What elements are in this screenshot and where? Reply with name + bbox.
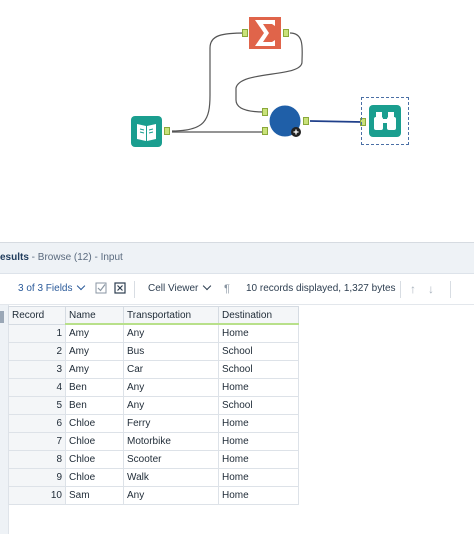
toolbar-divider (450, 281, 451, 298)
checkbox-icon (95, 282, 107, 294)
record-cell: 6 (8, 414, 66, 433)
table-row[interactable]: 8 Chloe Scooter Home (8, 450, 299, 469)
record-cell: 9 (8, 468, 66, 487)
table-row[interactable]: 10 Sam Any Home (8, 486, 299, 505)
results-toolbar: 3 of 3 Fields Cell Viewer ¶ 10 records d… (0, 274, 474, 305)
name-cell: Amy (65, 360, 124, 379)
records-status: 10 records displayed, 1,327 bytes (246, 283, 396, 294)
cell-viewer-label: Cell Viewer (148, 283, 199, 294)
results-title-bar: esults - Browse (12) - Input (0, 243, 474, 274)
arrow-up-icon[interactable]: ↑ (410, 274, 416, 304)
record-cell: 3 (8, 360, 66, 379)
sigma-icon (249, 17, 281, 49)
table-row[interactable]: 4 Ben Any Home (8, 378, 299, 397)
destination-cell: School (218, 342, 299, 361)
deselect-fields-button[interactable] (114, 274, 126, 304)
transportation-cell: Any (123, 323, 219, 343)
transportation-cell: Motorbike (123, 432, 219, 451)
name-cell: Sam (65, 486, 124, 505)
cell-viewer-dropdown[interactable]: Cell Viewer (148, 274, 212, 304)
book-icon (131, 116, 162, 147)
name-cell: Chloe (65, 450, 124, 469)
transportation-cell: Ferry (123, 414, 219, 433)
transportation-cell: Bus (123, 342, 219, 361)
browse-tool[interactable] (361, 97, 409, 145)
transportation-cell: Car (123, 360, 219, 379)
name-cell: Chloe (65, 414, 124, 433)
input-data-tool[interactable] (131, 116, 162, 147)
record-cell: 1 (8, 323, 66, 343)
results-title: esults (0, 252, 29, 263)
name-cell: Amy (65, 342, 124, 361)
join-output-anchor[interactable] (303, 117, 309, 125)
table-row[interactable]: 2 Amy Bus School (8, 342, 299, 361)
column-header-record[interactable]: Record (8, 306, 66, 325)
pilcrow-icon[interactable]: ¶ (224, 274, 230, 304)
record-cell: 10 (8, 486, 66, 505)
destination-cell: School (218, 396, 299, 415)
fields-dropdown[interactable]: 3 of 3 Fields (18, 274, 86, 304)
table-row[interactable]: 1 Amy Any Home (8, 323, 299, 343)
select-fields-button[interactable] (95, 274, 107, 304)
summarize-output-anchor[interactable] (283, 29, 289, 37)
transportation-cell: Any (123, 378, 219, 397)
fields-dropdown-label: 3 of 3 Fields (18, 283, 73, 294)
workflow-canvas[interactable] (0, 0, 474, 238)
destination-cell: Home (218, 468, 299, 487)
column-header-destination[interactable]: Destination (218, 306, 299, 325)
transportation-cell: Walk (123, 468, 219, 487)
record-cell: 5 (8, 396, 66, 415)
record-cell: 8 (8, 450, 66, 469)
toolbar-divider (134, 281, 135, 298)
column-header-name[interactable]: Name (65, 306, 124, 325)
row-marker (0, 311, 4, 323)
destination-cell: Home (218, 323, 299, 343)
destination-cell: Home (218, 432, 299, 451)
name-cell: Chloe (65, 468, 124, 487)
table-row[interactable]: 3 Amy Car School (8, 360, 299, 379)
record-cell: 2 (8, 342, 66, 361)
chevron-down-icon (77, 281, 86, 291)
input-output-anchor[interactable] (164, 127, 170, 135)
join-tool[interactable] (269, 105, 301, 137)
transportation-cell: Any (123, 486, 219, 505)
name-cell: Chloe (65, 432, 124, 451)
destination-cell: Home (218, 486, 299, 505)
toolbar-divider (400, 281, 401, 298)
name-cell: Ben (65, 396, 124, 415)
name-cell: Ben (65, 378, 124, 397)
name-cell: Amy (65, 323, 124, 343)
table-row[interactable]: 6 Chloe Ferry Home (8, 414, 299, 433)
binoculars-icon (369, 105, 401, 137)
grid-header-row: Record Name Transportation Destination (8, 306, 299, 325)
destination-cell: Home (218, 414, 299, 433)
arrow-down-icon[interactable]: ↓ (428, 274, 434, 304)
record-cell: 4 (8, 378, 66, 397)
destination-cell: School (218, 360, 299, 379)
results-grid: Record Name Transportation Destination 1… (8, 306, 299, 505)
chevron-down-icon (203, 281, 212, 291)
transportation-cell: Scooter (123, 450, 219, 469)
transportation-cell: Any (123, 396, 219, 415)
join-left-anchor-top[interactable] (262, 108, 268, 116)
destination-cell: Home (218, 450, 299, 469)
table-row[interactable]: 7 Chloe Motorbike Home (8, 432, 299, 451)
destination-cell: Home (218, 378, 299, 397)
join-left-anchor-bottom[interactable] (262, 127, 268, 135)
results-subtitle: - Browse (12) - Input (28, 252, 123, 263)
record-cell: 7 (8, 432, 66, 451)
table-row[interactable]: 9 Chloe Walk Home (8, 468, 299, 487)
connection-join-browse (309, 120, 363, 123)
connection-input-summarize (171, 32, 247, 132)
circle-icon (269, 105, 301, 137)
table-row[interactable]: 5 Ben Any School (8, 396, 299, 415)
summarize-input-anchor[interactable] (242, 29, 248, 37)
summarize-tool[interactable] (249, 17, 281, 49)
results-window: esults - Browse (12) - Input 3 of 3 Fiel… (0, 242, 474, 534)
x-box-icon (114, 282, 126, 294)
column-header-transportation[interactable]: Transportation (123, 306, 219, 325)
